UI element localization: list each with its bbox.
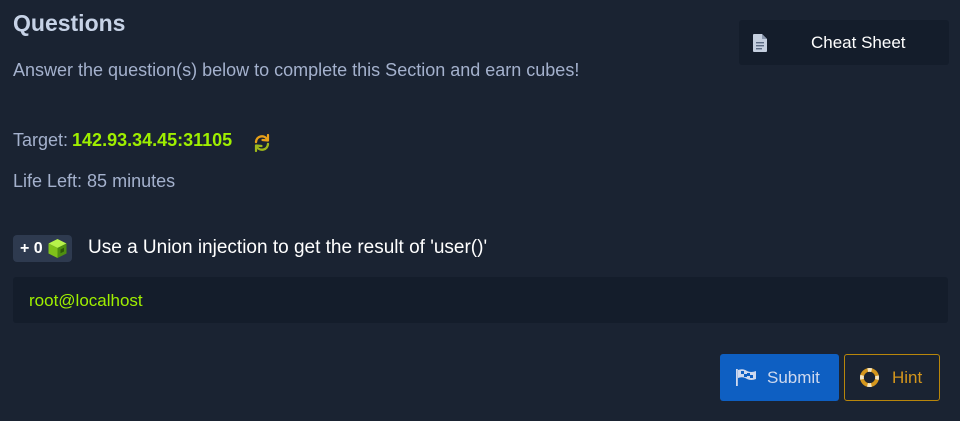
life-left: Life Left: 85 minutes (13, 171, 176, 191)
hint-label: Hint (892, 368, 923, 387)
cheat-sheet-label: Cheat Sheet (811, 33, 906, 52)
question-text: Use a Union injection to get the result … (88, 237, 488, 258)
questions-panel: Questions Answer the question(s) below t… (0, 0, 960, 421)
submit-label: Submit (767, 368, 820, 387)
points-badge: + 0 (13, 235, 72, 262)
target-line: Target: 142.93.34.45:31105 (13, 130, 232, 151)
answer-value: root@localhost (29, 291, 143, 310)
target-label: Target: (13, 130, 69, 150)
document-icon (753, 34, 767, 52)
cube-icon (48, 239, 67, 258)
hint-button[interactable]: Hint (844, 354, 940, 401)
points-value: + 0 (20, 240, 43, 257)
lifebuoy-icon (860, 368, 879, 387)
refresh-icon[interactable] (252, 133, 272, 153)
section-subtitle: Answer the question(s) below to complete… (13, 60, 580, 80)
target-address: 142.93.34.45:31105 (72, 130, 233, 150)
flag-icon (736, 369, 756, 386)
cheat-sheet-button[interactable]: Cheat Sheet (739, 20, 949, 65)
submit-button[interactable]: Submit (720, 354, 839, 401)
answer-field[interactable]: root@localhost (13, 277, 948, 323)
page-title: Questions (13, 10, 126, 36)
